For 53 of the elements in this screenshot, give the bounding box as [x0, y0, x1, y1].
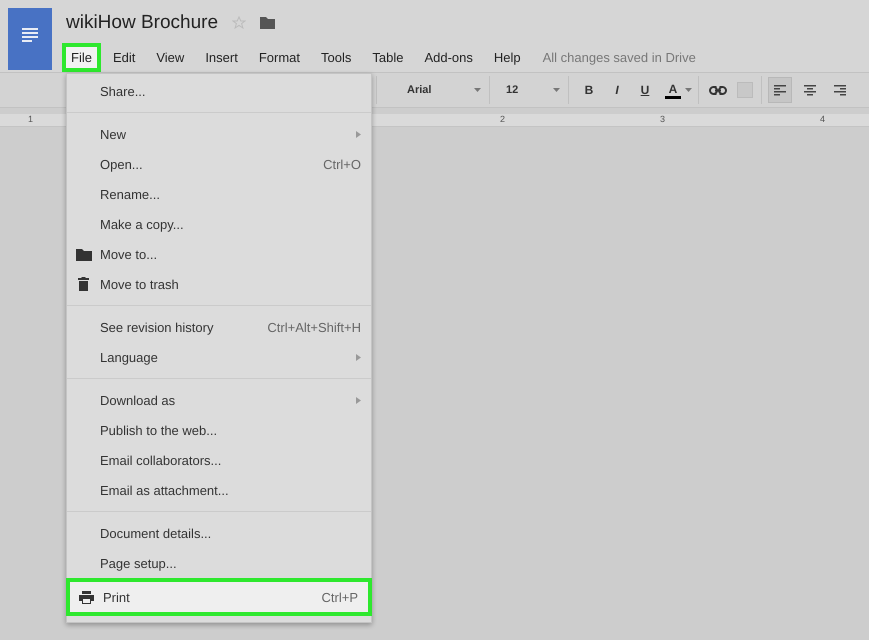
- menu-tab[interactable]: Edit: [104, 43, 144, 72]
- underline-button[interactable]: U: [631, 83, 659, 97]
- menu-tab[interactable]: Table: [363, 43, 412, 72]
- font-size-dropdown[interactable]: 12: [490, 84, 568, 96]
- shortcut-text: Ctrl+O: [323, 156, 361, 172]
- printer-icon: [79, 590, 94, 604]
- menu-tab[interactable]: Insert: [196, 43, 247, 72]
- menu-item[interactable]: Make a copy...: [67, 209, 371, 239]
- document-title[interactable]: wikiHow Brochure: [66, 12, 218, 34]
- folder-icon: [76, 248, 92, 260]
- align-center-icon: [804, 84, 816, 96]
- caret-icon: [685, 88, 692, 92]
- menu-item[interactable]: Email collaborators...: [67, 445, 371, 475]
- folder-icon[interactable]: [260, 17, 276, 29]
- menu-item[interactable]: Page setup...: [67, 548, 371, 578]
- font-dropdown[interactable]: Arial: [377, 84, 489, 96]
- menu-tab[interactable]: File: [62, 43, 101, 72]
- menu-tab[interactable]: Tools: [312, 43, 360, 72]
- trash-icon: [78, 277, 89, 291]
- caret-icon: [474, 88, 481, 92]
- align-left-icon: [774, 84, 786, 96]
- menu-item[interactable]: Rename...: [67, 179, 371, 209]
- menu-item[interactable]: Open... Ctrl+O: [67, 149, 371, 179]
- text-color-button[interactable]: A: [659, 82, 687, 98]
- menu-item[interactable]: Language: [67, 342, 371, 372]
- menu-item[interactable]: Download as: [67, 385, 371, 415]
- menu-item[interactable]: See revision history Ctrl+Alt+Shift+H: [67, 312, 371, 342]
- menu-item[interactable]: Print Ctrl+P: [66, 578, 372, 616]
- save-status: All changes saved in Drive: [542, 50, 696, 65]
- menu-item[interactable]: Document details...: [67, 518, 371, 548]
- menu-tab[interactable]: View: [147, 43, 194, 72]
- menu-item[interactable]: Share...: [67, 76, 371, 106]
- shortcut-text: Ctrl+P: [322, 590, 358, 604]
- menu-tab[interactable]: Add-ons: [415, 43, 482, 72]
- ruler-number: 4: [820, 114, 826, 124]
- italic-button[interactable]: I: [603, 83, 631, 97]
- ruler-number: 2: [500, 114, 506, 124]
- menu-item[interactable]: Publish to the web...: [67, 415, 371, 445]
- docs-logo-icon[interactable]: [8, 8, 52, 70]
- menu-item[interactable]: Move to...: [67, 239, 371, 269]
- bold-button[interactable]: B: [575, 83, 603, 97]
- shortcut-text: Ctrl+Alt+Shift+H: [267, 320, 361, 334]
- caret-icon: [553, 88, 560, 92]
- menu-item[interactable]: Move to trash: [67, 269, 371, 299]
- align-right-icon: [834, 84, 846, 96]
- menu-tab[interactable]: Help: [484, 43, 530, 72]
- star-icon[interactable]: [232, 16, 246, 30]
- ruler-number: 1: [28, 114, 34, 124]
- align-left-button[interactable]: [768, 77, 792, 103]
- ruler-number: 3: [660, 114, 666, 124]
- menu-tab[interactable]: Format: [250, 43, 309, 72]
- menu-item[interactable]: Email as attachment...: [67, 475, 371, 505]
- link-icon[interactable]: [709, 86, 727, 94]
